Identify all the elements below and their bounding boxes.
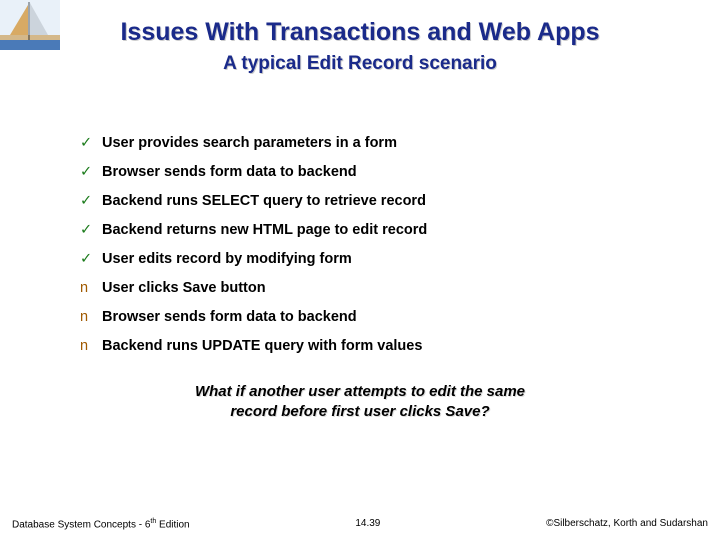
check-icon: ✓ xyxy=(80,251,102,267)
list-item: n Backend runs UPDATE query with form va… xyxy=(80,338,650,354)
item-text: Backend runs SELECT query to retrieve re… xyxy=(102,193,426,209)
callout-line1: What if another user attempts to edit th… xyxy=(195,383,525,400)
item-text: User provides search parameters in a for… xyxy=(102,135,397,151)
footer-right: ©Silberschatz, Korth and Sudarshan xyxy=(546,518,708,530)
list-item: ✓ Browser sends form data to backend xyxy=(80,164,650,180)
check-icon: ✓ xyxy=(80,222,102,238)
sailboat-logo xyxy=(0,0,60,50)
list-item: ✓ User edits record by modifying form xyxy=(80,251,650,267)
check-icon: ✓ xyxy=(80,193,102,209)
n-bullet-icon: n xyxy=(80,280,102,296)
list-item: n User clicks Save button xyxy=(80,280,650,296)
footer-center: 14.39 xyxy=(355,518,380,530)
bullet-list: ✓ User provides search parameters in a f… xyxy=(80,135,650,354)
footer-left: Database System Concepts - 6th Edition xyxy=(12,518,190,530)
callout-question: What if another user attempts to edit th… xyxy=(0,382,720,423)
item-text: Backend runs UPDATE query with form valu… xyxy=(102,338,422,354)
slide-subtitle: A typical Edit Record scenario xyxy=(0,53,720,75)
item-text: User edits record by modifying form xyxy=(102,251,352,267)
item-text: Browser sends form data to backend xyxy=(102,309,357,325)
check-icon: ✓ xyxy=(80,135,102,151)
slide-title: Issues With Transactions and Web Apps xyxy=(0,0,720,47)
item-text: Backend returns new HTML page to edit re… xyxy=(102,222,427,238)
check-icon: ✓ xyxy=(80,164,102,180)
list-item: ✓ Backend returns new HTML page to edit … xyxy=(80,222,650,238)
slide-footer: Database System Concepts - 6th Edition 1… xyxy=(0,518,720,530)
item-text: User clicks Save button xyxy=(102,280,266,296)
list-item: ✓ Backend runs SELECT query to retrieve … xyxy=(80,193,650,209)
item-text: Browser sends form data to backend xyxy=(102,164,357,180)
list-item: ✓ User provides search parameters in a f… xyxy=(80,135,650,151)
n-bullet-icon: n xyxy=(80,338,102,354)
n-bullet-icon: n xyxy=(80,309,102,325)
callout-line2: record before first user clicks Save? xyxy=(230,403,489,420)
list-item: n Browser sends form data to backend xyxy=(80,309,650,325)
